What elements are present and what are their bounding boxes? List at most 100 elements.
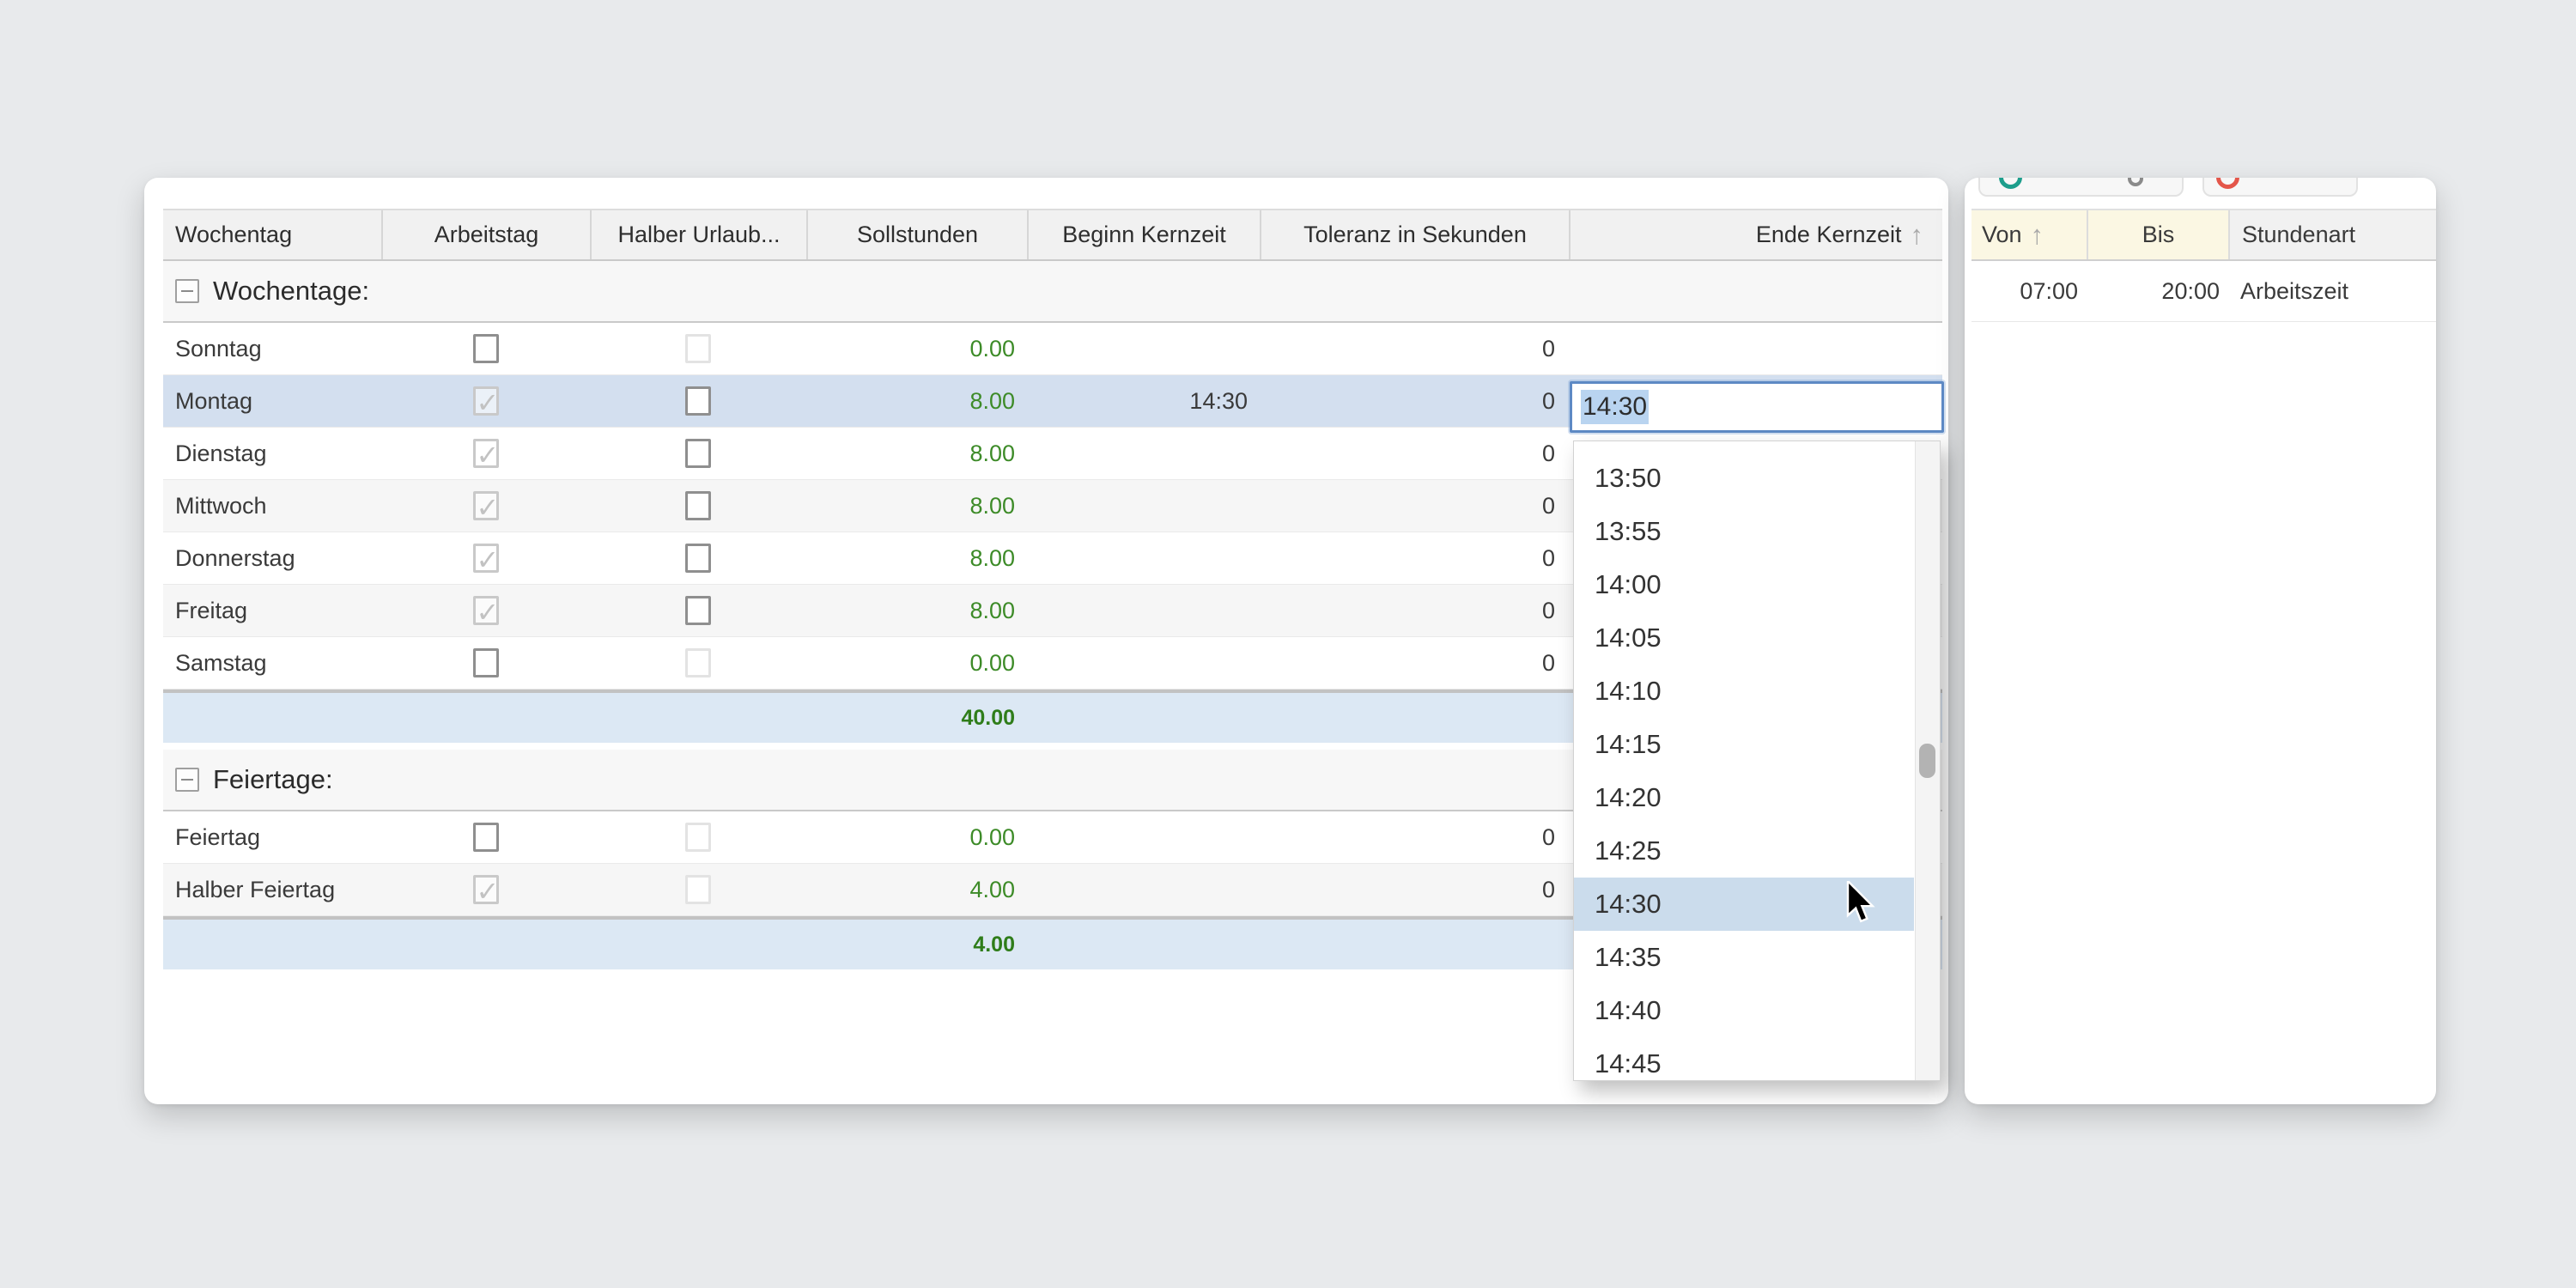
dropdown-scrollbar-thumb[interactable] [1919,744,1935,778]
ende-kernzeit-editor-input[interactable]: 14:30 [1570,381,1944,433]
halber-urlaub-checkbox [685,875,711,904]
bis-value: 20:00 [2087,261,2228,321]
weekday-label: Freitag [163,585,381,636]
arbeitstag-checkbox-cell [381,864,590,915]
halber-urlaub-checkbox-cell [590,811,806,863]
sort-ascending-icon: ↑ [2031,220,2044,251]
stundenart-value: Arbeitszeit [2228,261,2436,321]
weekday-label: Montag [163,375,381,427]
selected-text: 14:30 [1581,390,1649,424]
time-option-1415[interactable]: 14:15 [1574,718,1914,771]
toleranz-value: 0 [1260,480,1569,532]
arbeitstag-checkbox [473,875,499,904]
beginn-kernzeit-value [1027,323,1260,374]
column-header-toleranz[interactable]: Toleranz in Sekunden [1260,210,1569,259]
column-header-wochentag[interactable]: Wochentag [163,210,381,259]
time-option-partial[interactable]: 13:45 [1574,440,1914,452]
sollstunden-sum-cell: 40.00 [163,706,1027,731]
beginn-kernzeit-value [1027,637,1260,689]
halber-urlaub-checkbox-cell [590,532,806,584]
toleranz-value: 0 [1260,811,1569,863]
time-option-1420[interactable]: 14:20 [1574,771,1914,824]
schedule-row-sonntag[interactable]: Sonntag0.000 [163,323,1942,375]
column-header-halber-urlaub[interactable]: Halber Urlaub... [590,210,806,259]
halber-urlaub-checkbox[interactable] [685,491,711,520]
weekday-label: Dienstag [163,428,381,479]
halber-urlaub-checkbox-cell [590,323,806,374]
halber-urlaub-checkbox [685,823,711,852]
arbeitstag-checkbox-cell [381,637,590,689]
time-option-list: 13:45 13:5013:5514:0014:0514:1014:1514:2… [1574,440,1940,1081]
halber-urlaub-checkbox-cell [590,585,806,636]
section-label: Feiertage: [213,764,333,795]
halber-urlaub-checkbox[interactable] [685,386,711,416]
column-header-sollstunden[interactable]: Sollstunden [806,210,1027,259]
arbeitstag-checkbox-cell [381,532,590,584]
time-option-1350[interactable]: 13:50 [1574,452,1914,505]
arbeitstag-checkbox [473,386,499,416]
arbeitstag-checkbox [473,544,499,573]
sollstunden-value: 0.00 [806,811,1027,863]
weekday-label: Mittwoch [163,480,381,532]
beginn-kernzeit-value [1027,428,1260,479]
sollstunden-sum-value: 40.00 [961,706,1015,731]
arbeitstag-checkbox[interactable] [473,648,499,677]
time-option-1400[interactable]: 14:00 [1574,558,1914,611]
halber-urlaub-checkbox[interactable] [685,596,711,625]
halber-urlaub-checkbox [685,334,711,363]
time-option-1425[interactable]: 14:25 [1574,824,1914,878]
arbeitstag-checkbox[interactable] [473,334,499,363]
sort-ascending-icon: ↑ [1911,220,1924,251]
column-header-label: Ende Kernzeit [1756,222,1902,248]
section-header-wochentage[interactable]: Wochentage: [163,261,1942,323]
hours-row[interactable]: 07:00 20:00 Arbeitszeit [1971,261,2436,322]
ende-kernzeit-cell[interactable] [1569,323,1942,374]
beginn-kernzeit-value: 14:30 [1027,375,1260,427]
toleranz-value: 0 [1260,428,1569,479]
cancel-button-clipped[interactable] [2202,178,2358,197]
halber-urlaub-checkbox[interactable] [685,544,711,573]
arbeitstag-checkbox-cell [381,323,590,374]
column-header-beginn-kernzeit[interactable]: Beginn Kernzeit [1027,210,1260,259]
arbeitstag-checkbox[interactable] [473,823,499,852]
schedule-table-header-row: Wochentag Arbeitstag Halber Urlaub... So… [163,209,1942,261]
beginn-kernzeit-value [1027,532,1260,584]
beginn-kernzeit-value [1027,585,1260,636]
column-header-ende-kernzeit[interactable]: Ende Kernzeit ↑ [1569,210,1942,259]
time-option-1405[interactable]: 14:05 [1574,611,1914,665]
beginn-kernzeit-value [1027,864,1260,915]
column-header-bis[interactable]: Bis [2087,210,2228,259]
toleranz-value: 0 [1260,864,1569,915]
halber-urlaub-checkbox[interactable] [685,439,711,468]
arbeitstag-checkbox-cell [381,585,590,636]
halber-urlaub-checkbox-cell [590,428,806,479]
time-option-1410[interactable]: 14:10 [1574,665,1914,718]
section-label: Wochentage: [213,276,369,307]
halber-urlaub-checkbox-cell [590,637,806,689]
save-button-clipped[interactable] [1978,178,2184,197]
time-option-1440[interactable]: 14:40 [1574,984,1914,1037]
column-header-stundenart[interactable]: Stundenart [2228,210,2436,259]
weekday-label: Feiertag [163,811,381,863]
time-option-1430[interactable]: 14:30 [1574,878,1914,931]
hours-table-header-row: Von ↑ Bis Stundenart [1971,209,2436,261]
time-option-1445[interactable]: 14:45 [1574,1037,1914,1081]
column-header-arbeitstag[interactable]: Arbeitstag [381,210,590,259]
collapse-group-icon[interactable] [175,279,199,303]
time-option-1435[interactable]: 14:35 [1574,931,1914,984]
toleranz-value: 0 [1260,323,1569,374]
column-header-von[interactable]: Von ↑ [1971,210,2087,259]
halber-urlaub-checkbox [685,648,711,677]
beginn-kernzeit-value [1027,811,1260,863]
time-option-1355[interactable]: 13:55 [1574,505,1914,558]
dropdown-scrollbar[interactable] [1915,441,1940,1080]
collapse-group-icon[interactable] [175,768,199,792]
toleranz-value: 0 [1260,375,1569,427]
sollstunden-value: 8.00 [806,585,1027,636]
time-picker-dropdown: 13:45 13:5013:5514:0014:0514:1014:1514:2… [1573,440,1941,1081]
sollstunden-value: 4.00 [806,864,1027,915]
sollstunden-value: 0.00 [806,323,1027,374]
weekday-label: Donnerstag [163,532,381,584]
column-header-label: Von [1982,222,2022,248]
sollstunden-sum-cell: 4.00 [163,933,1027,957]
